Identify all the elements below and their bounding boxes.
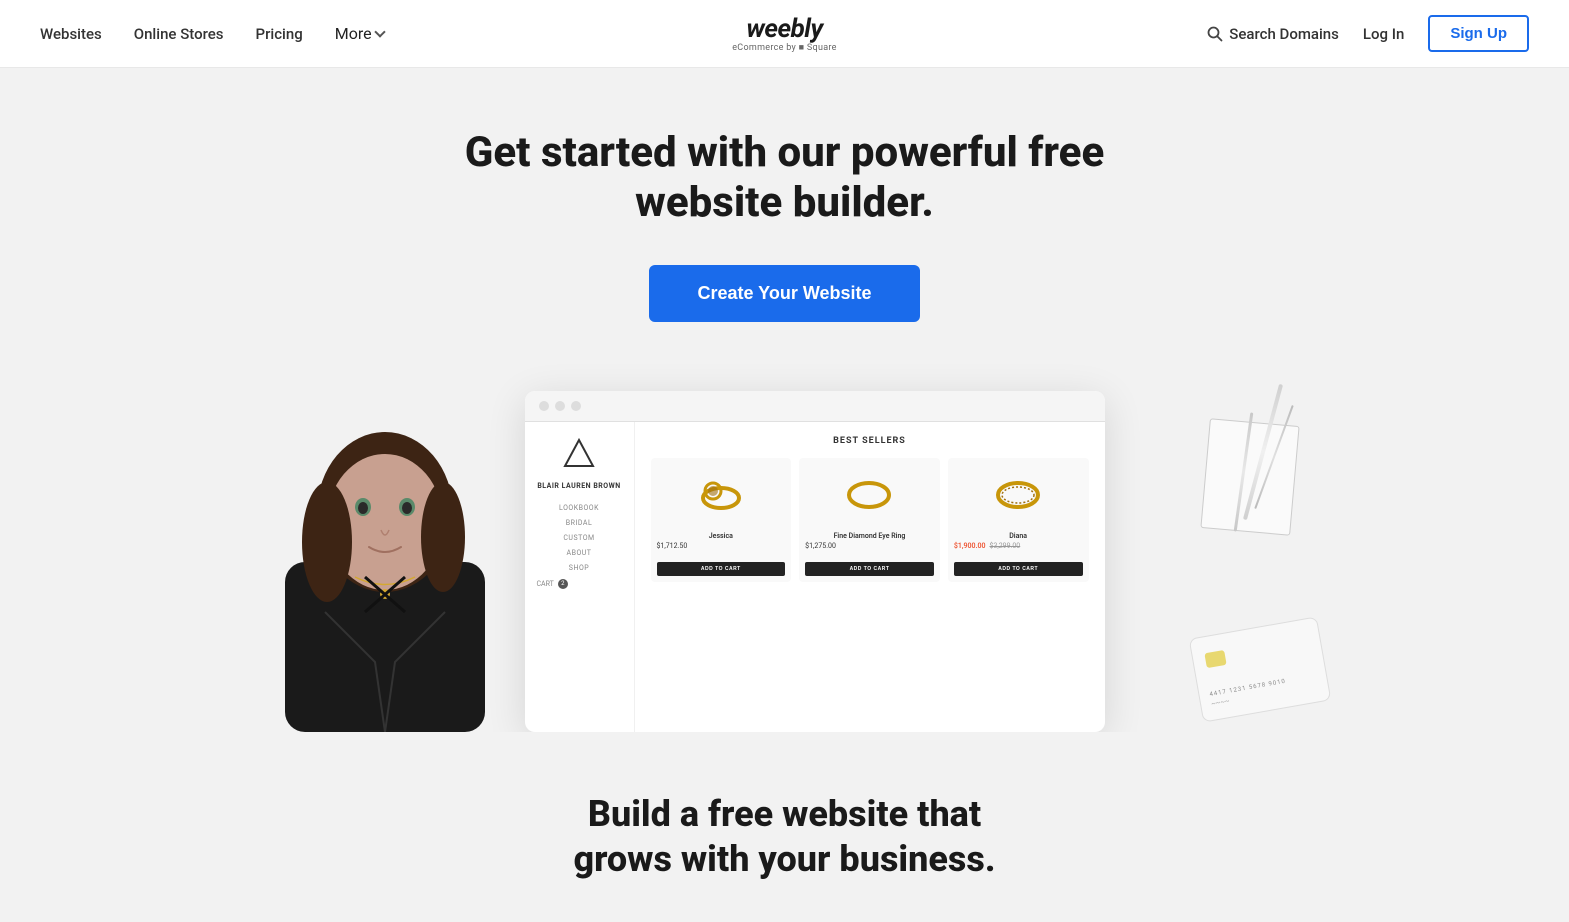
product-diamond-name: Fine Diamond Eye Ring	[805, 532, 934, 540]
bottom-headline-line2: grows with your business.	[573, 838, 995, 880]
product-jessica: Jessica $1,712.50 ADD TO CART	[651, 458, 792, 582]
shop-nav-about[interactable]: ABOUT	[537, 549, 622, 557]
diana-add-to-cart[interactable]: ADD TO CART	[954, 562, 1083, 576]
product-diamond-price: $1,275.00	[805, 542, 934, 550]
hero-headline: Get started with our powerful free websi…	[435, 128, 1135, 229]
product-jessica-image	[651, 458, 792, 528]
search-domains-link[interactable]: Search Domains	[1207, 25, 1339, 43]
shop-sidebar: BLAIR LAUREN BROWN LOOKBOOK BRIDAL CUSTO…	[525, 422, 635, 732]
bottom-headline: Build a free website that grows with you…	[40, 792, 1529, 882]
product-diamond-image	[799, 458, 940, 528]
product-diana-info: Diana $1,900.00 $3,299.00 ADD TO CART	[948, 528, 1089, 582]
hero-decorations: 4417 1231 5678 9010 ~~~~	[1105, 382, 1325, 732]
browser-dot-1	[539, 401, 549, 411]
diamond-add-to-cart[interactable]: ADD TO CART	[805, 562, 934, 576]
card-signature: ~~~~	[1210, 697, 1230, 708]
nav-right-actions: Search Domains Log In Sign Up	[1207, 15, 1529, 52]
browser-body: BLAIR LAUREN BROWN LOOKBOOK BRIDAL CUSTO…	[525, 422, 1105, 732]
login-button[interactable]: Log In	[1363, 25, 1404, 43]
nav-links: Websites Online Stores Pricing More	[40, 24, 384, 43]
section-title: BEST SELLERS	[651, 436, 1089, 446]
product-diana-name: Diana	[954, 532, 1083, 540]
shop-nav-shop[interactable]: SHOP	[537, 564, 622, 572]
products-grid: Jessica $1,712.50 ADD TO CART	[651, 458, 1089, 582]
browser-dot-2	[555, 401, 565, 411]
shop-brand: BLAIR LAUREN BROWN	[537, 482, 622, 490]
weebly-logo[interactable]: weebly eCommerce by ■ Square	[732, 14, 837, 53]
bottom-headline-line1: Build a free website that	[588, 793, 981, 835]
diana-sale-price: $1,900.00	[954, 542, 986, 550]
product-diana-image	[948, 458, 1089, 528]
browser-mockup: BLAIR LAUREN BROWN LOOKBOOK BRIDAL CUSTO…	[525, 391, 1105, 732]
card-chip	[1204, 650, 1226, 668]
cart-badge: 2	[558, 579, 568, 589]
navbar: Websites Online Stores Pricing More weeb…	[0, 0, 1569, 68]
product-jessica-info: Jessica $1,712.50 ADD TO CART	[651, 528, 792, 582]
hero-section: Get started with our powerful free websi…	[0, 68, 1569, 732]
shop-main: BEST SELLERS	[635, 422, 1105, 732]
bottom-section: Build a free website that grows with you…	[0, 732, 1569, 922]
create-website-button[interactable]: Create Your Website	[649, 265, 919, 322]
product-jessica-name: Jessica	[657, 532, 786, 540]
logo-sub: eCommerce by ■ Square	[732, 42, 837, 53]
nav-websites[interactable]: Websites	[40, 25, 102, 43]
nav-more-label: More	[335, 24, 372, 43]
jessica-price: $1,712.50	[657, 542, 688, 550]
cart-label: CART	[537, 580, 554, 588]
shop-nav-custom[interactable]: CUSTOM	[537, 534, 622, 542]
search-domains-label: Search Domains	[1229, 25, 1339, 43]
product-diana: Diana $1,900.00 $3,299.00 ADD TO CART	[948, 458, 1089, 582]
product-diamond-info: Fine Diamond Eye Ring $1,275.00 ADD TO C…	[799, 528, 940, 582]
nav-online-stores[interactable]: Online Stores	[134, 25, 224, 43]
nav-more-dropdown[interactable]: More	[335, 24, 384, 43]
product-jessica-price: $1,712.50	[657, 542, 786, 550]
hero-person-image	[245, 382, 525, 732]
jessica-add-to-cart[interactable]: ADD TO CART	[657, 562, 786, 576]
search-icon	[1207, 26, 1223, 42]
shop-nav-bridal[interactable]: BRIDAL	[537, 519, 622, 527]
browser-bar	[525, 391, 1105, 422]
deco-credit-card: 4417 1231 5678 9010 ~~~~	[1188, 616, 1331, 722]
card-number: 4417 1231 5678 9010	[1208, 678, 1285, 698]
hero-illustration: BLAIR LAUREN BROWN LOOKBOOK BRIDAL CUSTO…	[40, 382, 1529, 732]
nav-pricing[interactable]: Pricing	[256, 25, 303, 43]
shop-nav-cart[interactable]: CART 2	[537, 579, 622, 589]
diamond-price: $1,275.00	[805, 542, 836, 550]
diana-original-price: $3,299.00	[989, 542, 1020, 550]
product-diana-price: $1,900.00 $3,299.00	[954, 542, 1083, 550]
shop-nav-lookbook[interactable]: LOOKBOOK	[537, 504, 622, 512]
signup-button[interactable]: Sign Up	[1428, 15, 1529, 52]
logo-wordmark: weebly	[732, 14, 837, 44]
product-diamond: Fine Diamond Eye Ring $1,275.00 ADD TO C…	[799, 458, 940, 582]
chevron-down-icon	[374, 26, 385, 37]
browser-dot-3	[571, 401, 581, 411]
